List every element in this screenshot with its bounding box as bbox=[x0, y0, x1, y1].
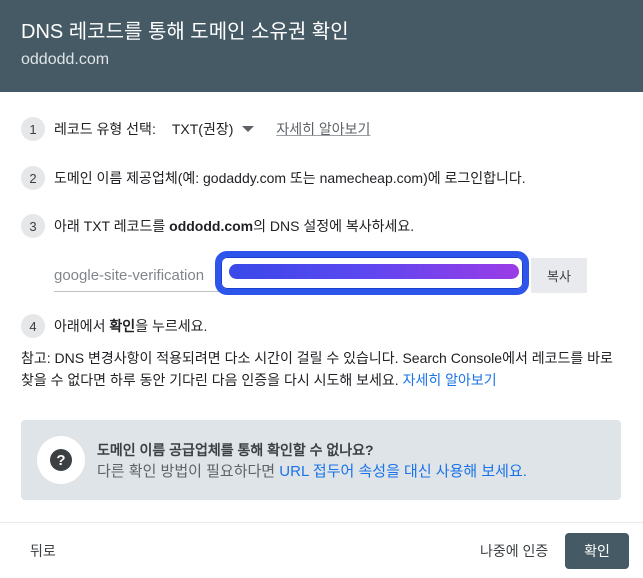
step-text: 도메인 이름 제공업체(예: godaddy.com 또는 namecheap.… bbox=[54, 170, 526, 186]
step-number: 3 bbox=[21, 214, 45, 238]
txt-record-row: google-site-verification 복사 bbox=[54, 251, 587, 298]
learn-more-link[interactable]: 자세히 알아보기 bbox=[276, 119, 370, 139]
step-text: 아래에서 확인을 누르세요. bbox=[54, 316, 207, 336]
back-button[interactable]: 뒤로 bbox=[18, 533, 68, 569]
record-type-value: TXT(권장) bbox=[171, 121, 234, 137]
step-text-part: 의 DNS 설정에 복사하세요. bbox=[253, 218, 415, 234]
help-icon: ? bbox=[50, 449, 72, 471]
info-subtitle-text: 다른 확인 방법이 필요하다면 bbox=[97, 463, 280, 480]
note-text: 참고: DNS 변경사항이 적용되려면 다소 시간이 걸릴 수 있습니다. Se… bbox=[21, 350, 613, 388]
redacted-value bbox=[229, 264, 519, 279]
help-icon-circle: ? bbox=[37, 436, 85, 484]
step-2: 2 도메인 이름 제공업체(예: godaddy.com 또는 namechea… bbox=[21, 166, 526, 190]
copy-button[interactable]: 복사 bbox=[531, 258, 587, 293]
step-4: 4 아래에서 확인을 누르세요. bbox=[21, 314, 207, 338]
dialog-title: DNS 레코드를 통해 도메인 소유권 확인 bbox=[21, 21, 349, 43]
step-number: 4 bbox=[21, 314, 45, 338]
confirm-bold: 확인 bbox=[109, 318, 136, 334]
url-prefix-link[interactable]: URL 접두어 속성을 대신 사용해 보세요. bbox=[279, 463, 527, 480]
domain-bold: oddodd.com bbox=[169, 218, 254, 234]
step-text-part: 아래 TXT 레코드를 bbox=[54, 218, 170, 234]
note-learn-more-link[interactable]: 자세히 알아보기 bbox=[403, 372, 497, 388]
dialog-header: DNS 레코드를 통해 도메인 소유권 확인 oddodd.com bbox=[0, 0, 643, 92]
step-text-part: 을 누르세요. bbox=[135, 318, 208, 334]
footer-divider bbox=[0, 522, 643, 523]
step-text-part: 아래에서 bbox=[54, 318, 110, 334]
record-type-label: 레코드 유형 선택: bbox=[54, 121, 156, 137]
dns-note: 참고: DNS 변경사항이 적용되려면 다소 시간이 걸릴 수 있습니다. Se… bbox=[21, 347, 621, 391]
verify-later-button[interactable]: 나중에 인증 bbox=[470, 533, 558, 569]
domain-name: oddodd.com bbox=[21, 51, 110, 68]
txt-record-value-field[interactable] bbox=[215, 251, 529, 295]
step-3: 3 아래 TXT 레코드를 oddodd.com의 DNS 설정에 복사하세요. bbox=[21, 214, 414, 238]
step-number: 2 bbox=[21, 166, 45, 190]
txt-record-prefix[interactable]: google-site-verification bbox=[54, 267, 204, 284]
record-type-select[interactable]: TXT(권장) bbox=[172, 119, 255, 139]
step-1: 1 레코드 유형 선택: TXT(권장) 자세히 알아보기 bbox=[21, 117, 370, 141]
step-text: 아래 TXT 레코드를 oddodd.com의 DNS 설정에 복사하세요. bbox=[54, 216, 414, 236]
info-subtitle: 다른 확인 방법이 필요하다면 URL 접두어 속성을 대신 사용해 보세요. bbox=[97, 460, 527, 481]
alternative-method-box: ? 도메인 이름 공급업체를 통해 확인할 수 없나요? 다른 확인 방법이 필… bbox=[21, 420, 621, 500]
info-title: 도메인 이름 공급업체를 통해 확인할 수 없나요? bbox=[97, 442, 374, 458]
step-number: 1 bbox=[21, 117, 45, 141]
confirm-button[interactable]: 확인 bbox=[565, 533, 629, 569]
dropdown-arrow-icon bbox=[242, 126, 255, 132]
